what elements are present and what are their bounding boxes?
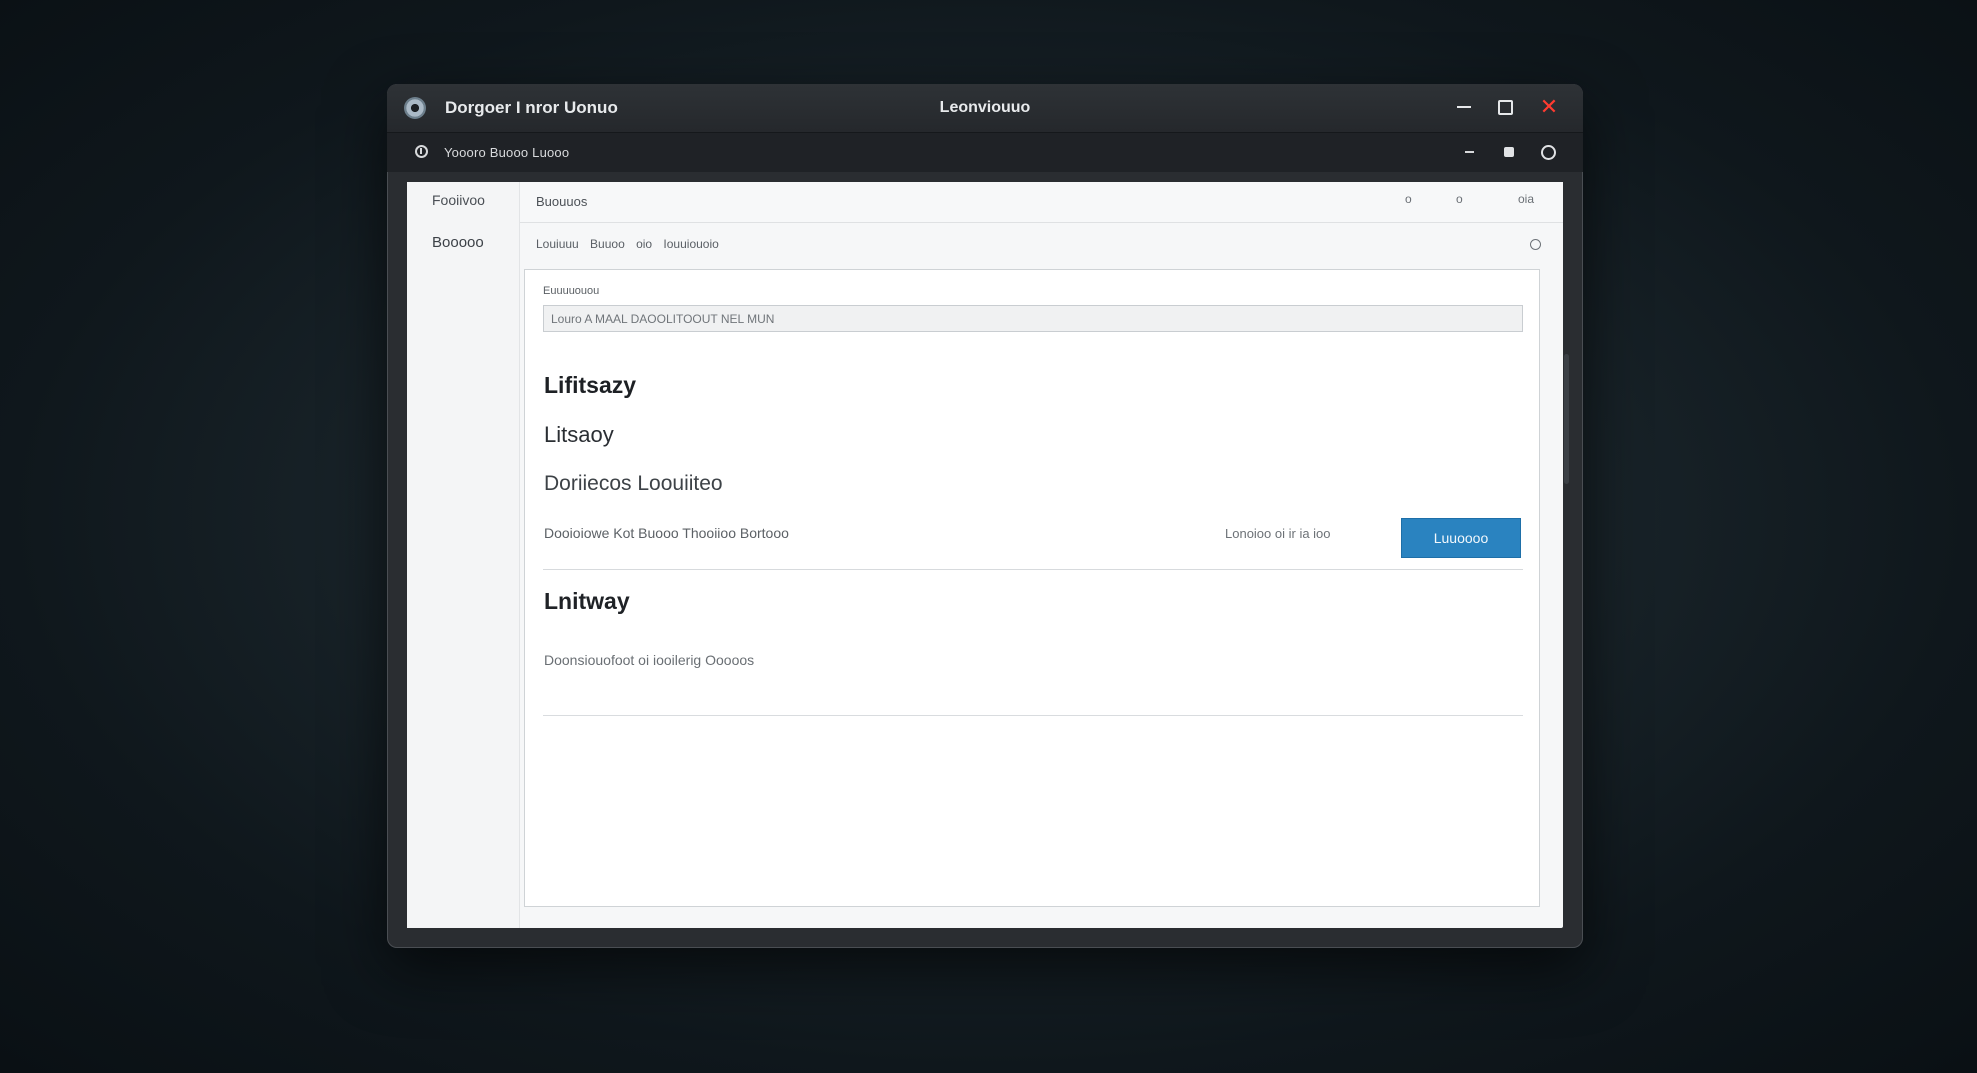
- close-button[interactable]: ✕: [1534, 93, 1564, 121]
- toolbar-path[interactable]: Yoooro Buooo Luooo: [444, 145, 569, 160]
- primary-action-button[interactable]: Luuoooo: [1401, 518, 1521, 558]
- header-label: Buouuos: [536, 194, 588, 209]
- panel-maximize-button[interactable]: [1497, 140, 1521, 164]
- client-area: Fooiivoo Booooo Buouuos o o oia Louiuuu …: [407, 182, 1563, 928]
- window-title: Leonviouuo: [939, 99, 1031, 116]
- power-icon[interactable]: [415, 145, 428, 158]
- minimize-icon: [1457, 106, 1471, 108]
- row-status: Lonoioo oi ir ia ioo: [1225, 526, 1331, 541]
- app-window: Dorgoer I nror Uonuo Leonviouuo ✕ Yoooro…: [387, 84, 1583, 948]
- square-icon: [1504, 147, 1514, 157]
- panel-close-button[interactable]: [1536, 140, 1560, 164]
- section-subtitle: Litsaoy: [544, 422, 614, 447]
- maximize-button[interactable]: [1490, 93, 1520, 121]
- section-title: Lifitsazy: [544, 372, 637, 398]
- title-bar[interactable]: Dorgoer I nror Uonuo Leonviouuo ✕: [387, 84, 1583, 132]
- section-title-2: Lnitway: [544, 588, 630, 614]
- header-control-3[interactable]: oia: [1518, 192, 1534, 206]
- breadcrumb[interactable]: Louiuuu Buuoo oio Iouuiouoio: [536, 237, 719, 251]
- scrollbar-thumb[interactable]: [1564, 354, 1569, 484]
- field-label: Euuuuouou: [543, 285, 600, 297]
- sidebar-item-1[interactable]: Fooiivoo: [432, 192, 485, 208]
- breadcrumb-row: Louiuuu Buuoo oio Iouuiouoio: [520, 223, 1563, 265]
- sidebar-item-2[interactable]: Booooo: [432, 234, 484, 251]
- content-panel: Euuuuouou Lifitsazy Litsaoy Doriiecos Lo…: [524, 269, 1540, 907]
- sidebar: Fooiivoo Booooo: [407, 182, 520, 928]
- row-description-2: Doonsiouofoot oi iooilerig Ooooos: [544, 652, 755, 668]
- header-row: Buouuos o o oia: [520, 182, 1563, 223]
- row-description: Dooioiowe Kot Buooo Thooiioo Bortooo: [544, 525, 789, 541]
- circle-icon: [1540, 144, 1556, 160]
- header-control-1[interactable]: o: [1405, 192, 1412, 206]
- divider-2: [543, 715, 1523, 716]
- maximize-icon: [1497, 99, 1513, 115]
- divider: [543, 569, 1523, 570]
- section-heading: Doriiecos Loouiiteo: [544, 472, 723, 495]
- text-field[interactable]: [543, 305, 1523, 332]
- header-control-2[interactable]: o: [1456, 192, 1463, 206]
- refresh-icon[interactable]: [1530, 239, 1541, 250]
- panel-minimize-button[interactable]: [1457, 140, 1481, 164]
- minimize-icon: [1464, 151, 1474, 153]
- minimize-button[interactable]: [1449, 93, 1479, 121]
- close-icon: ✕: [1539, 94, 1559, 119]
- toolbar: Yoooro Buooo Luooo: [387, 132, 1583, 172]
